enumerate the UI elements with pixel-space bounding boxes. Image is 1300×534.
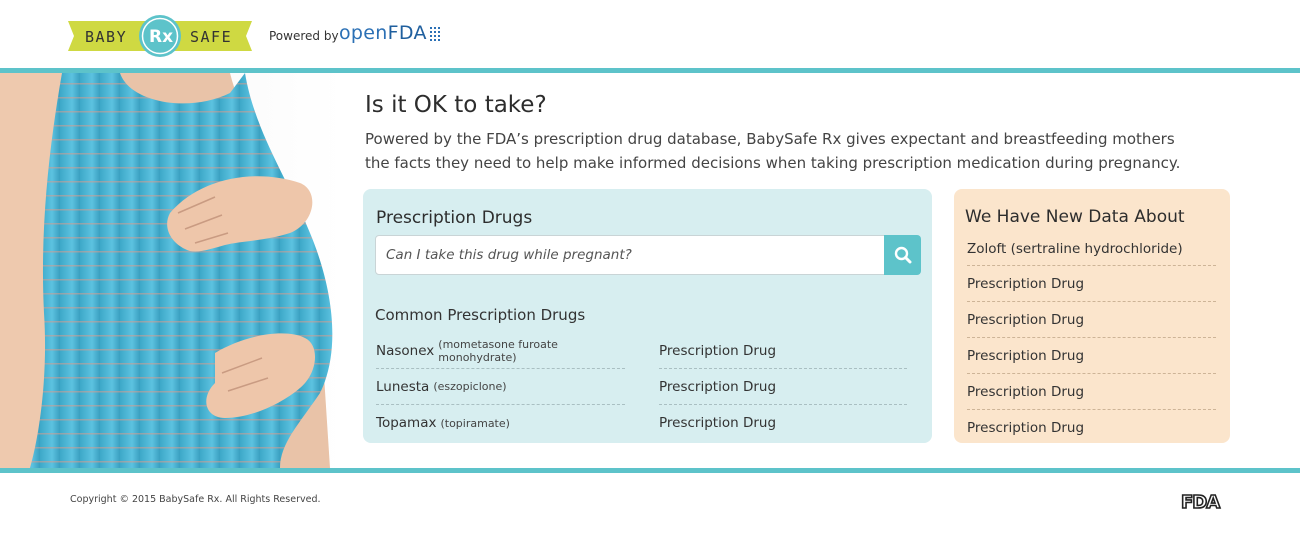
openfda-logo[interactable]: openFDA <box>339 22 427 44</box>
site-footer: Copyright © 2015 BabySafe Rx. All Rights… <box>0 473 1300 534</box>
common-drugs-list-secondary: Prescription Drug Prescription Drug Pres… <box>659 333 907 441</box>
drug-search-box <box>375 235 885 275</box>
drug-name: Topamax <box>376 415 437 431</box>
openfda-fda-text: FDA <box>387 22 427 44</box>
new-data-title: We Have New Data About <box>965 207 1185 227</box>
common-drugs-list: Nasonex (mometasone furoate monohydrate)… <box>376 333 625 441</box>
openfda-open-text: open <box>339 22 388 44</box>
drug-search-input[interactable] <box>376 236 884 274</box>
list-item[interactable]: Prescription Drug <box>967 266 1216 302</box>
babysafe-rx-logo[interactable]: BABY Rx SAFE <box>68 14 252 58</box>
page-headline: Is it OK to take? <box>365 92 547 118</box>
logo-rx-text: Rx <box>149 27 173 47</box>
drug-generic-name: (mometasone furoate monohydrate) <box>438 337 558 364</box>
drug-name: Lunesta <box>376 378 430 395</box>
drug-generic-name: (topiramate) <box>440 416 510 430</box>
list-item[interactable]: Lunesta (eszopiclone) <box>376 369 625 405</box>
site-header: BABY Rx SAFE Powered by openFDA <box>0 0 1300 68</box>
list-item[interactable]: Prescription Drug <box>967 410 1216 446</box>
list-item[interactable]: Prescription Drug <box>659 369 907 405</box>
prescription-drugs-panel: Prescription Drugs Common Prescription D… <box>363 189 932 443</box>
list-item[interactable]: Prescription Drug <box>659 333 907 369</box>
powered-by-label: Powered by <box>269 29 339 43</box>
new-data-panel: We Have New Data About Zoloft (sertralin… <box>954 189 1230 443</box>
search-icon <box>894 246 911 264</box>
copyright-text: Copyright © 2015 BabySafe Rx. All Rights… <box>70 494 321 505</box>
search-button[interactable] <box>884 235 921 275</box>
pregnant-woman-photo <box>0 73 345 468</box>
list-item[interactable]: Prescription Drug <box>967 338 1216 374</box>
fda-logo[interactable]: FDA <box>1181 491 1229 511</box>
new-data-list: Zoloft (sertraline hydrochloride) Prescr… <box>967 232 1216 446</box>
openfda-dots-icon <box>430 27 440 41</box>
hero-section: Is it OK to take? Powered by the FDA’s p… <box>0 73 1300 468</box>
logo-baby-text: BABY <box>85 28 127 46</box>
svg-text:FDA: FDA <box>1181 492 1220 511</box>
intro-paragraph: Powered by the FDA’s prescription drug d… <box>365 130 1181 172</box>
list-item[interactable]: Prescription Drug <box>967 302 1216 338</box>
logo-safe-text: SAFE <box>190 28 232 46</box>
list-item[interactable]: Zoloft (sertraline hydrochloride) <box>967 232 1216 266</box>
drug-generic-name: (eszopiclone) <box>433 380 507 393</box>
list-item[interactable]: Topamax (topiramate) <box>376 405 625 441</box>
list-item[interactable]: Prescription Drug <box>967 374 1216 410</box>
common-drugs-title: Common Prescription Drugs <box>375 306 586 324</box>
list-item[interactable]: Prescription Drug <box>659 405 907 441</box>
drug-name: Nasonex <box>376 342 435 359</box>
prescription-drugs-title: Prescription Drugs <box>376 208 533 228</box>
list-item[interactable]: Nasonex (mometasone furoate monohydrate) <box>376 333 625 369</box>
